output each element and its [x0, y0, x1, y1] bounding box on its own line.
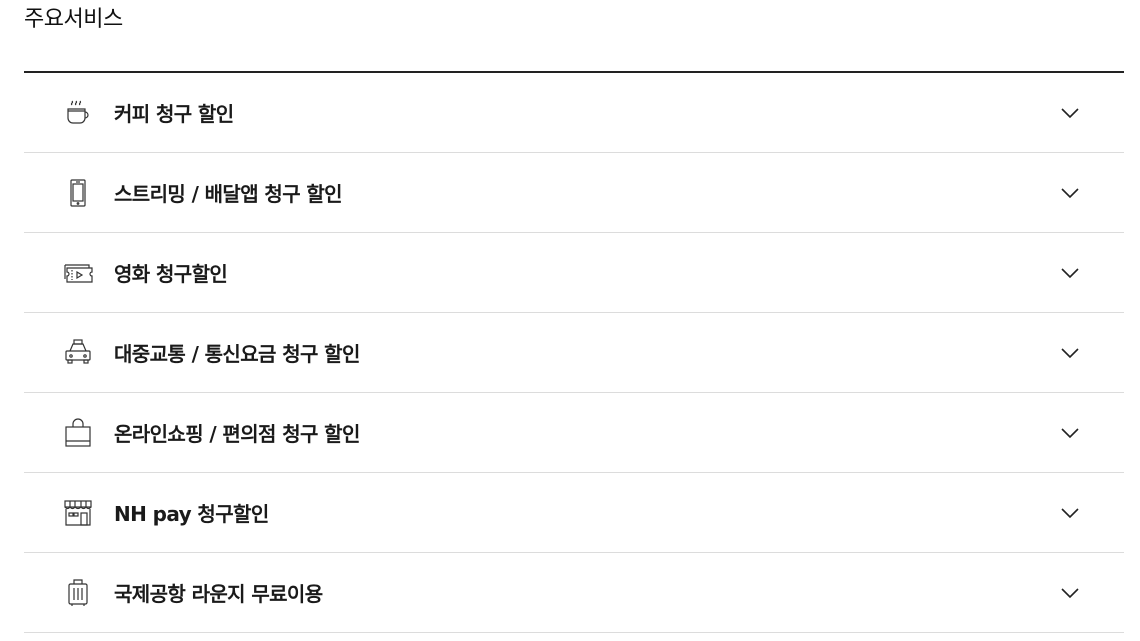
chevron-down-icon[interactable]: [1060, 423, 1080, 443]
chevron-down-icon[interactable]: [1060, 583, 1080, 603]
chevron-down-icon[interactable]: [1060, 183, 1080, 203]
accordion-item-label: 온라인쇼핑 / 편의점 청구 할인: [114, 422, 360, 446]
accordion-item-shopping[interactable]: 온라인쇼핑 / 편의점 청구 할인: [24, 393, 1124, 473]
chevron-down-icon[interactable]: [1060, 503, 1080, 523]
section-title: 주요서비스: [24, 7, 123, 32]
accordion-item-nhpay[interactable]: NH pay 청구할인: [24, 473, 1124, 553]
accordion-item-label: NH pay 청구할인: [114, 502, 269, 526]
accordion-item-label: 커피 청구 할인: [114, 102, 234, 126]
store-icon: [62, 497, 94, 529]
taxi-icon: [62, 337, 94, 369]
accordion-item-coffee[interactable]: 커피 청구 할인: [24, 73, 1124, 153]
chevron-down-icon[interactable]: [1060, 343, 1080, 363]
luggage-icon: [62, 577, 94, 609]
services-accordion: 커피 청구 할인 스트리밍 / 배달앱 청구 할인 영화 청구할인 대중교통 /…: [24, 73, 1124, 633]
accordion-item-movie[interactable]: 영화 청구할인: [24, 233, 1124, 313]
coffee-cup-icon: [62, 97, 94, 129]
accordion-item-label: 국제공항 라운지 무료이용: [114, 582, 323, 606]
chevron-down-icon[interactable]: [1060, 103, 1080, 123]
movie-ticket-icon: [62, 257, 94, 289]
accordion-item-label: 스트리밍 / 배달앱 청구 할인: [114, 182, 343, 206]
main-services-section: 주요서비스 커피 청구 할인 스트리밍 / 배달앱 청구 할인 영화 청구할인 …: [24, 0, 1124, 633]
smartphone-icon: [62, 177, 94, 209]
shopping-bag-icon: [62, 417, 94, 449]
accordion-item-streaming[interactable]: 스트리밍 / 배달앱 청구 할인: [24, 153, 1124, 233]
accordion-item-lounge[interactable]: 국제공항 라운지 무료이용: [24, 553, 1124, 633]
accordion-item-transit[interactable]: 대중교통 / 통신요금 청구 할인: [24, 313, 1124, 393]
accordion-item-label: 영화 청구할인: [114, 262, 228, 286]
accordion-item-label: 대중교통 / 통신요금 청구 할인: [114, 342, 360, 366]
chevron-down-icon[interactable]: [1060, 263, 1080, 283]
